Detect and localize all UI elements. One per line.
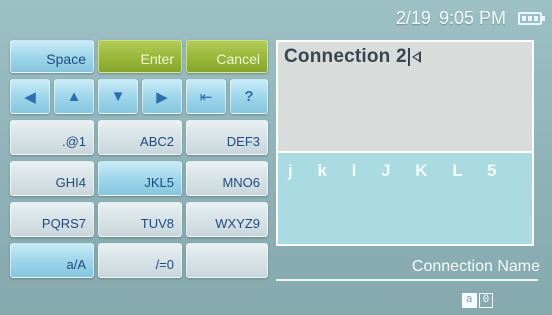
status-bar: 2/19 9:05 PM xyxy=(395,6,545,30)
space-button[interactable]: Space xyxy=(10,40,94,73)
key-blank[interactable] xyxy=(186,243,268,278)
field-label: Connection Name xyxy=(411,258,540,275)
arrow-down-button[interactable]: ▼ xyxy=(98,79,138,114)
psp-screen: 2/19 9:05 PM Space Enter Cancel ◀ ▲ ▼ ▶ … xyxy=(0,0,552,315)
key-9[interactable]: WXYZ9 xyxy=(186,202,268,237)
case-toggle-button[interactable]: a/A xyxy=(10,243,94,278)
mode-numeric: 0 xyxy=(478,293,494,308)
backspace-button[interactable]: ⇤ xyxy=(186,79,226,114)
key-7[interactable]: PQRS7 xyxy=(10,202,94,237)
arrow-left-icon: ◀ xyxy=(24,88,36,106)
cursor-arrow-icon xyxy=(411,51,421,63)
key-6[interactable]: MNO6 xyxy=(186,161,268,196)
text-cursor xyxy=(407,48,410,66)
mode-alpha: a xyxy=(462,293,477,308)
help-icon: ? xyxy=(244,88,254,105)
arrow-up-button[interactable]: ▲ xyxy=(54,79,94,114)
date-text: 2/19 xyxy=(395,7,431,28)
editor-text: Connection 2 xyxy=(284,46,421,68)
arrow-right-button[interactable]: ▶ xyxy=(142,79,182,114)
backspace-icon: ⇤ xyxy=(199,88,213,106)
enter-button[interactable]: Enter xyxy=(98,40,182,73)
text-editor[interactable]: Connection 2 xyxy=(276,40,534,153)
candidate-characters: j k l J K L 5 xyxy=(288,161,507,180)
arrow-right-icon: ▶ xyxy=(156,88,168,106)
battery-icon xyxy=(518,11,545,25)
arrow-up-icon: ▲ xyxy=(66,88,82,105)
input-mode-indicator: a 0 xyxy=(462,293,494,308)
arrow-left-button[interactable]: ◀ xyxy=(10,79,50,114)
candidate-panel: j k l J K L 5 xyxy=(276,153,534,246)
key-0[interactable]: /=0 xyxy=(98,243,182,278)
arrow-down-icon: ▼ xyxy=(110,88,126,105)
help-button[interactable]: ? xyxy=(230,79,268,114)
key-8[interactable]: TUV8 xyxy=(98,202,182,237)
key-4[interactable]: GHI4 xyxy=(10,161,94,196)
field-underline xyxy=(276,279,538,281)
key-1[interactable]: .@1 xyxy=(10,120,94,155)
cancel-button[interactable]: Cancel xyxy=(186,40,268,73)
key-5[interactable]: JKL5 xyxy=(98,161,182,196)
key-2[interactable]: ABC2 xyxy=(98,120,182,155)
time-text: 9:05 PM xyxy=(438,7,506,28)
key-3[interactable]: DEF3 xyxy=(186,120,268,155)
